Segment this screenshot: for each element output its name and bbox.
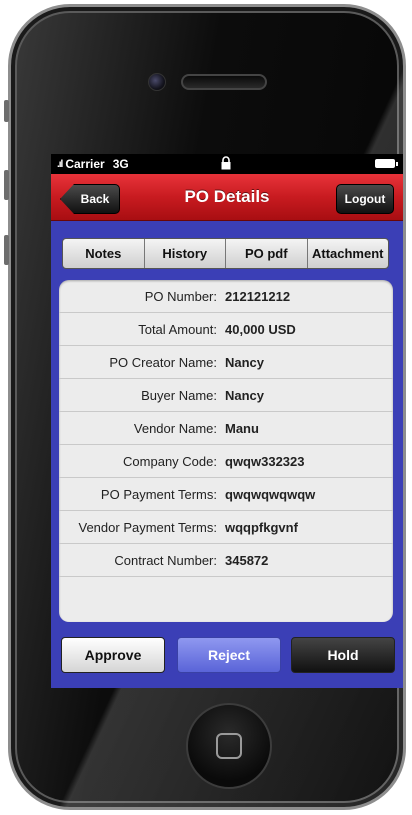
- detail-value: qwqw332323: [225, 453, 305, 469]
- detail-value: Nancy: [225, 354, 265, 370]
- network-label: 3G: [112, 157, 129, 171]
- detail-value: 345872: [225, 552, 269, 568]
- phone-frame: .ıl Carrier 3G Back PO Details Logout No…: [8, 4, 406, 810]
- detail-row-empty: [59, 577, 393, 610]
- tab-po-pdf[interactable]: PO pdf: [226, 239, 308, 268]
- detail-label: Company Code:: [123, 453, 217, 469]
- battery-icon: [375, 159, 398, 168]
- home-button[interactable]: [186, 703, 272, 789]
- reject-button[interactable]: Reject: [177, 637, 281, 673]
- detail-row-total-amount: Total Amount: 40,000 USD: [59, 313, 393, 346]
- approve-button[interactable]: Approve: [61, 637, 165, 673]
- detail-row-po-payment-terms: PO Payment Terms: qwqwqwqwqw: [59, 478, 393, 511]
- detail-label: Vendor Name:: [133, 420, 217, 436]
- earpiece-speaker: [181, 74, 267, 90]
- signal-icon: .ıl: [57, 158, 63, 170]
- status-bar: .ıl Carrier 3G: [51, 154, 403, 174]
- detail-row-company-code: Company Code: qwqw332323: [59, 445, 393, 478]
- detail-value: 212121212: [225, 288, 291, 304]
- detail-row-vendor-name: Vendor Name: Manu: [59, 412, 393, 445]
- tab-attachment[interactable]: Attachment: [308, 239, 389, 268]
- detail-value: Manu: [225, 420, 259, 436]
- detail-label: Vendor Payment Terms:: [78, 519, 218, 535]
- detail-label: PO Creator Name:: [109, 354, 217, 370]
- mute-switch: [4, 100, 9, 122]
- detail-label: Contract Number:: [114, 552, 217, 568]
- front-camera: [148, 73, 166, 91]
- tab-history[interactable]: History: [145, 239, 226, 268]
- hold-button[interactable]: Hold: [291, 637, 395, 673]
- detail-row-buyer-name: Buyer Name: Nancy: [59, 379, 393, 412]
- detail-value: 40,000 USD: [225, 321, 296, 337]
- tab-notes[interactable]: Notes: [63, 239, 145, 268]
- navigation-bar: Back PO Details Logout: [51, 174, 403, 221]
- detail-row-contract-number: Contract Number: 345872: [59, 544, 393, 577]
- volume-up-button: [4, 170, 9, 200]
- detail-label: Buyer Name:: [141, 387, 217, 403]
- volume-down-button: [4, 235, 9, 265]
- detail-value: qwqwqwqwqw: [225, 486, 316, 502]
- detail-value: wqqpfkgvnf: [225, 519, 298, 535]
- detail-row-po-number: PO Number: 212121212: [59, 280, 393, 313]
- action-bar: Approve Reject Hold: [61, 637, 395, 673]
- detail-value: Nancy: [225, 387, 265, 403]
- logout-button[interactable]: Logout: [336, 184, 394, 214]
- lock-icon: [221, 156, 231, 170]
- detail-label: Total Amount:: [138, 321, 217, 337]
- po-details-list: PO Number: 212121212 Total Amount: 40,00…: [59, 280, 393, 622]
- detail-label: PO Payment Terms:: [100, 486, 217, 502]
- detail-row-po-creator: PO Creator Name: Nancy: [59, 346, 393, 379]
- carrier-label: Carrier: [65, 157, 105, 171]
- detail-row-vendor-payment-terms: Vendor Payment Terms: wqqpfkgvnf: [59, 511, 393, 544]
- detail-label: PO Number:: [144, 288, 217, 304]
- home-square-icon: [216, 733, 242, 759]
- app-screen: .ıl Carrier 3G Back PO Details Logout No…: [51, 154, 403, 688]
- segmented-tabs: Notes History PO pdf Attachment: [62, 238, 389, 269]
